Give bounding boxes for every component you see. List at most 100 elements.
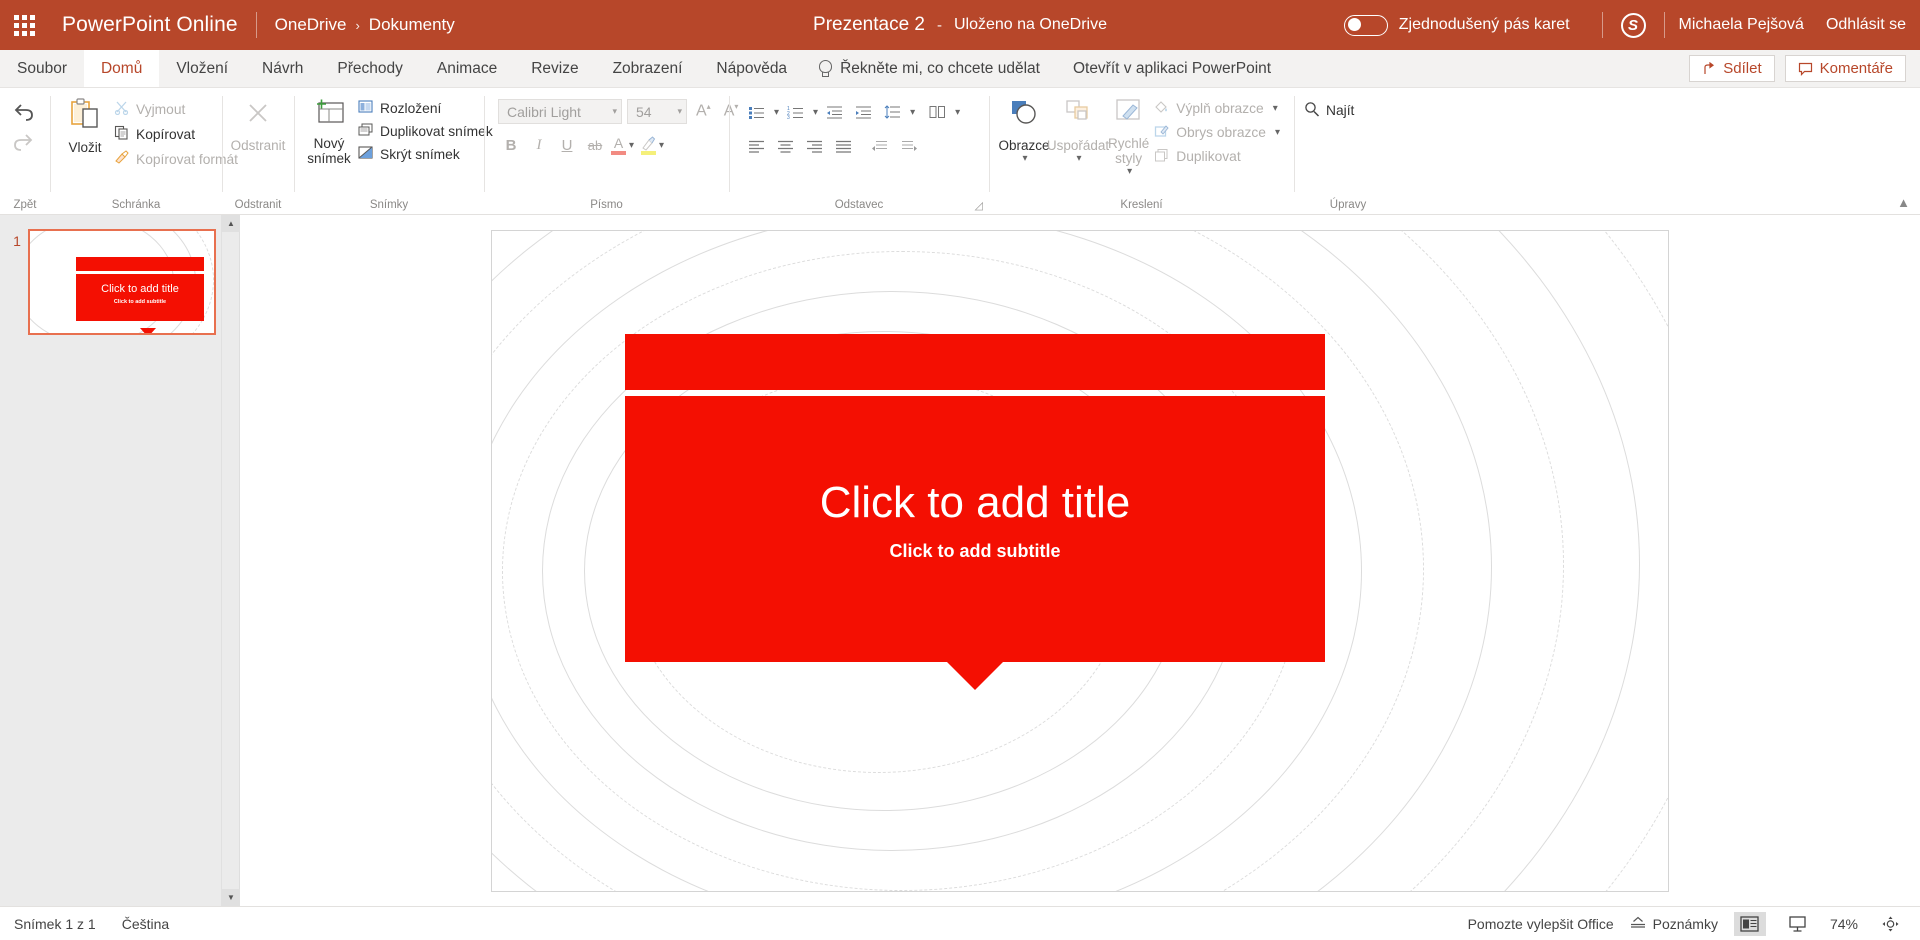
chevron-down-icon[interactable]: ▾ bbox=[774, 107, 779, 118]
arrange-button[interactable]: Uspořádat ▾ bbox=[1051, 93, 1105, 164]
columns-icon[interactable] bbox=[924, 100, 950, 124]
strikethrough-button[interactable]: ab bbox=[582, 133, 608, 158]
comments-button[interactable]: Komentáře bbox=[1785, 55, 1906, 82]
decrease-indent-icon[interactable] bbox=[821, 100, 847, 124]
chevron-down-icon[interactable]: ▾ bbox=[677, 106, 682, 117]
align-center-icon[interactable] bbox=[772, 134, 798, 158]
underline-button[interactable]: U bbox=[554, 133, 580, 158]
collapse-ribbon-button[interactable]: ▲ bbox=[1897, 195, 1910, 210]
tab-navrh[interactable]: Návrh bbox=[245, 50, 320, 87]
quick-styles-button[interactable]: Rychlé styly ▾ bbox=[1105, 93, 1152, 177]
delete-button[interactable]: Odstranit bbox=[230, 93, 286, 153]
dialog-launcher-icon[interactable]: ◿ bbox=[975, 199, 983, 212]
chevron-down-icon[interactable]: ▾ bbox=[1127, 166, 1132, 177]
app-launcher-icon[interactable] bbox=[0, 0, 48, 50]
slide-thumbnail[interactable]: Click to add title Click to add subtitle bbox=[28, 229, 216, 335]
chevron-down-icon[interactable]: ▾ bbox=[813, 107, 818, 118]
chevron-down-icon[interactable]: ▾ bbox=[1273, 103, 1278, 114]
breadcrumb-current[interactable]: Dokumenty bbox=[369, 15, 455, 35]
highlight-button[interactable]: ▾ bbox=[640, 135, 664, 157]
layout-icon bbox=[358, 100, 373, 116]
shapes-button[interactable]: Obrazce ▾ bbox=[997, 93, 1051, 164]
italic-button[interactable]: I bbox=[526, 133, 552, 158]
tab-soubor[interactable]: Soubor bbox=[0, 50, 84, 87]
hide-slide-button[interactable]: Skrýt snímek bbox=[356, 144, 499, 164]
user-name[interactable]: Michaela Pejšová bbox=[1679, 16, 1804, 34]
language-indicator[interactable]: Čeština bbox=[122, 916, 169, 932]
feedback-link[interactable]: Pomozte vylepšit Office bbox=[1468, 916, 1614, 932]
tell-me-box[interactable]: Řekněte mi, co chcete udělat bbox=[804, 50, 1056, 87]
signout-link[interactable]: Odhlásit se bbox=[1826, 16, 1906, 34]
slide-title-placeholder[interactable]: Click to add title bbox=[625, 479, 1325, 527]
hide-slide-label: Skrýt snímek bbox=[380, 147, 460, 162]
clipboard-icon bbox=[68, 97, 102, 136]
document-save-status: Uloženo na OneDrive bbox=[954, 16, 1107, 34]
font-color-button[interactable]: A ▾ bbox=[610, 135, 634, 157]
scroll-up-button[interactable]: ▲ bbox=[222, 215, 240, 232]
duplicate-slide-button[interactable]: Duplikovat snímek bbox=[356, 121, 499, 141]
chevron-down-icon[interactable]: ▾ bbox=[629, 140, 634, 151]
redo-arrow-icon[interactable] bbox=[6, 127, 40, 157]
fit-to-window-icon[interactable] bbox=[1874, 912, 1906, 936]
status-bar-right: Pomozte vylepšit Office Poznámky 74% bbox=[1468, 912, 1920, 936]
share-button[interactable]: Sdílet bbox=[1689, 55, 1774, 82]
notes-button[interactable]: Poznámky bbox=[1630, 916, 1718, 932]
breadcrumb-root[interactable]: OneDrive bbox=[275, 15, 347, 35]
grow-font-icon[interactable]: A▴ bbox=[692, 102, 715, 120]
simplified-ribbon-toggle-wrap[interactable]: Zjednodušený pás karet bbox=[1344, 15, 1570, 36]
zoom-level[interactable]: 74% bbox=[1830, 916, 1858, 932]
normal-view-icon[interactable] bbox=[1734, 912, 1766, 936]
tab-zobrazeni[interactable]: Zobrazení bbox=[596, 50, 700, 87]
slide-canvas[interactable]: Click to add title Click to add subtitle bbox=[491, 230, 1669, 892]
font-name-input[interactable]: Calibri Light ▾ bbox=[498, 99, 622, 124]
slideshow-view-icon[interactable] bbox=[1782, 912, 1814, 936]
chevron-down-icon[interactable]: ▾ bbox=[1076, 153, 1081, 164]
chevron-down-icon[interactable]: ▾ bbox=[910, 107, 915, 118]
chevron-down-icon[interactable]: ▾ bbox=[955, 107, 960, 118]
shape-fill-button[interactable]: Výplň obrazce ▾ bbox=[1152, 98, 1286, 119]
status-bar: Snímek 1 z 1 Čeština Pomozte vylepšit Of… bbox=[0, 906, 1920, 940]
tab-animace[interactable]: Animace bbox=[420, 50, 514, 87]
font-size-input[interactable]: 54 ▾ bbox=[627, 99, 687, 124]
chevron-down-icon[interactable]: ▾ bbox=[1022, 153, 1027, 164]
new-slide-button[interactable]: Nový snímek bbox=[302, 93, 356, 166]
layout-button[interactable]: Rozložení bbox=[356, 98, 499, 118]
thumbnail-list-item[interactable]: 1 Click to add title Click to add subtit… bbox=[0, 229, 239, 335]
line-spacing-icon[interactable] bbox=[879, 100, 905, 124]
ribbon-group-delete: Odstranit Odstranit bbox=[222, 88, 294, 214]
scroll-down-button[interactable]: ▼ bbox=[222, 889, 240, 906]
align-right-icon[interactable] bbox=[801, 134, 827, 158]
document-title[interactable]: Prezentace 2 bbox=[813, 14, 925, 36]
tab-napoveda[interactable]: Nápověda bbox=[699, 50, 804, 87]
chevron-down-icon[interactable]: ▾ bbox=[612, 106, 617, 117]
chevron-down-icon[interactable]: ▾ bbox=[659, 140, 664, 151]
tab-vlozeni[interactable]: Vložení bbox=[159, 50, 245, 87]
shape-outline-button[interactable]: Obrys obrazce ▾ bbox=[1152, 122, 1286, 143]
bullet-list-icon[interactable] bbox=[743, 100, 769, 124]
open-in-powerpoint-link[interactable]: Otevřít v aplikaci PowerPoint bbox=[1056, 50, 1288, 87]
skype-icon[interactable]: S bbox=[1621, 13, 1646, 38]
simplified-ribbon-toggle[interactable] bbox=[1344, 15, 1388, 36]
title-bar-right: Zjednodušený pás karet S Michaela Pejšov… bbox=[1344, 0, 1906, 50]
chevron-down-icon[interactable]: ▾ bbox=[1275, 127, 1280, 138]
highlight-icon bbox=[640, 135, 657, 157]
undo-arrow-icon[interactable] bbox=[6, 97, 40, 127]
bold-button[interactable]: B bbox=[498, 133, 524, 158]
ribbon-group-font: Calibri Light ▾ 54 ▾ A▴ A▾ B I U ab A ▾ bbox=[484, 88, 729, 214]
thumbnail-scrollbar[interactable]: ▲ ▼ bbox=[221, 215, 239, 906]
comment-icon bbox=[1798, 62, 1813, 76]
slide-subtitle-placeholder[interactable]: Click to add subtitle bbox=[625, 541, 1325, 562]
text-direction-ltr-icon[interactable] bbox=[896, 134, 922, 158]
shapes-label: Obrazce bbox=[998, 138, 1049, 153]
increase-indent-icon[interactable] bbox=[850, 100, 876, 124]
tab-revize[interactable]: Revize bbox=[514, 50, 595, 87]
numbered-list-icon[interactable]: 123 bbox=[782, 100, 808, 124]
justify-icon[interactable] bbox=[830, 134, 856, 158]
align-left-icon[interactable] bbox=[743, 134, 769, 158]
tab-prechody[interactable]: Přechody bbox=[320, 50, 419, 87]
find-button[interactable]: Najít bbox=[1302, 99, 1360, 122]
paste-button[interactable]: Vložit bbox=[58, 93, 112, 155]
duplicate-shape-button[interactable]: Duplikovat bbox=[1152, 146, 1286, 167]
tab-domu[interactable]: Domů bbox=[84, 50, 159, 87]
text-direction-rtl-icon[interactable] bbox=[867, 134, 893, 158]
